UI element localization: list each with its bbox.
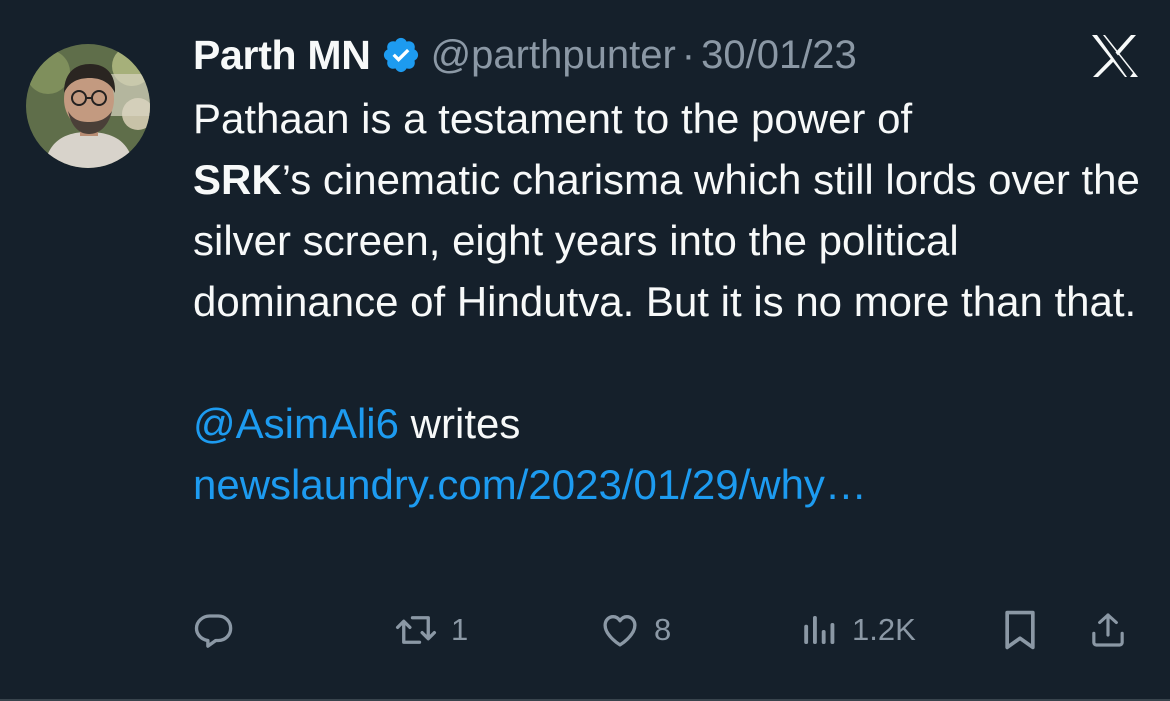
tweet-date[interactable]: 30/01/23	[701, 33, 857, 78]
bookmark-icon	[1001, 608, 1039, 652]
view-count: 1.2K	[852, 612, 916, 647]
tweet-body: Pathaan is a testament to the power of SR…	[193, 88, 1143, 515]
mention-suffix: writes	[399, 400, 521, 447]
bookmark-button[interactable]	[1001, 600, 1039, 660]
heart-icon	[598, 609, 642, 651]
tweet-card[interactable]: Parth MN @parthpunter · 30/01/23 Pathaan…	[0, 0, 1170, 701]
mention-link[interactable]: @AsimAli6	[193, 400, 399, 447]
reply-icon	[193, 609, 235, 651]
views-button[interactable]: 1.2K	[800, 600, 916, 660]
x-logo-icon	[1090, 34, 1140, 78]
tweet-header: Parth MN @parthpunter · 30/01/23	[193, 27, 857, 83]
avatar-photo	[26, 44, 150, 168]
tweet-text-line1: Pathaan is a testament to the power of	[193, 95, 913, 142]
verified-badge-icon	[381, 35, 421, 75]
retweet-count: 1	[451, 612, 469, 647]
action-bar: 1 8 1.2K	[193, 600, 1143, 660]
retweet-button[interactable]: 1	[393, 600, 468, 660]
like-button[interactable]: 8	[598, 600, 671, 660]
tweet-text-bold: SRK	[193, 156, 282, 203]
author-name[interactable]: Parth MN	[193, 32, 371, 79]
author-handle[interactable]: @parthpunter	[431, 33, 676, 78]
header-separator: ·	[681, 32, 696, 77]
avatar[interactable]	[26, 44, 150, 168]
share-button[interactable]	[1088, 600, 1128, 660]
retweet-icon	[393, 609, 439, 651]
tweet-mention-line: @AsimAli6 writes	[193, 393, 1143, 454]
article-link[interactable]: newslaundry.com/2023/01/29/why…	[193, 461, 867, 508]
like-count: 8	[654, 612, 672, 647]
tweet-text: Pathaan is a testament to the power of SR…	[193, 88, 1143, 332]
views-icon	[800, 609, 840, 651]
share-icon	[1088, 609, 1128, 651]
tweet-text-rest: ’s cinematic charisma which still lords …	[193, 156, 1140, 325]
reply-button[interactable]	[193, 600, 235, 660]
